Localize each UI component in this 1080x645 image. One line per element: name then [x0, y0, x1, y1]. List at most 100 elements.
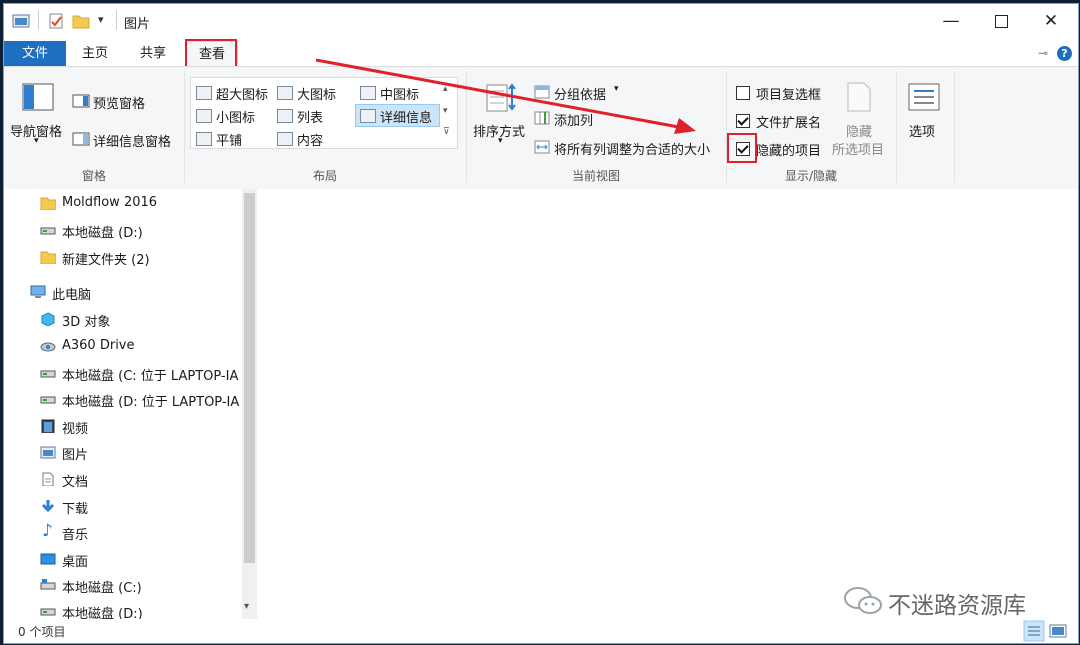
size-all-columns-icon — [534, 140, 550, 154]
current-view-group-label: 当前视图 — [571, 169, 620, 183]
details-view-icon[interactable] — [1023, 620, 1045, 642]
navigation-pane-icon — [22, 83, 54, 111]
layout-tiles[interactable]: 平铺 — [216, 130, 242, 149]
nav-item-drive-d[interactable]: 本地磁盘 (D:) — [4, 218, 240, 244]
properties-icon[interactable] — [48, 13, 64, 29]
nav-scrollbar-thumb[interactable] — [244, 193, 255, 563]
tiles-icon — [196, 132, 212, 146]
pin-ribbon-icon[interactable]: ⊸ — [1038, 46, 1048, 60]
watermark-text: 不迷路资源库 — [888, 593, 1026, 619]
nav-item-documents[interactable]: 文档 — [4, 467, 240, 493]
add-columns-button[interactable]: 添加列 — [554, 110, 593, 129]
hide-selected-button-line2: 所选项目 — [832, 143, 885, 158]
group-by-icon — [534, 85, 550, 99]
file-list-area[interactable] — [257, 189, 1078, 619]
extra-large-icons-icon — [196, 86, 212, 100]
hide-selected-icon — [847, 82, 871, 112]
customize-toolbar-icon[interactable]: ▾ — [98, 13, 104, 26]
nav-item-drive-c[interactable]: 本地磁盘 (C:) — [4, 573, 240, 599]
details-pane-icon — [72, 132, 90, 146]
maximize-button[interactable] — [976, 4, 1026, 38]
nav-item-label: 音乐 — [62, 528, 89, 543]
gallery-scroll-up-icon[interactable]: ▴ — [443, 84, 448, 94]
scroll-down-icon[interactable]: ▾ — [244, 601, 249, 612]
nav-item-label: 3D 对象 — [62, 315, 111, 330]
nav-item-label: 本地磁盘 (D: 位于 LAPTOP-IA — [62, 395, 240, 410]
nav-item-network-drive-d[interactable]: 本地磁盘 (D: 位于 LAPTOP-IA — [4, 387, 240, 413]
drive-icon — [40, 227, 56, 235]
nav-item-this-pc[interactable]: 此电脑 — [4, 280, 240, 306]
layout-list[interactable]: 列表 — [297, 107, 323, 126]
nav-item-videos[interactable]: 视频 — [4, 414, 240, 440]
new-folder-icon[interactable] — [72, 13, 90, 29]
layout-extra-large-icons[interactable]: 超大图标 — [216, 84, 268, 103]
layout-large-icons[interactable]: 大图标 — [297, 84, 336, 103]
preview-pane-icon — [72, 94, 90, 108]
window-icon — [12, 14, 30, 28]
gallery-expand-icon[interactable]: ⊽ — [443, 127, 450, 137]
drive-icon — [40, 370, 56, 378]
3d-objects-icon — [41, 312, 55, 326]
nav-item-label: 此电脑 — [52, 288, 92, 303]
file-extensions-checkbox[interactable] — [736, 114, 750, 128]
nav-item-pictures[interactable]: 图片 — [4, 440, 240, 466]
layout-medium-icons[interactable]: 中图标 — [380, 84, 419, 103]
nav-item-network-drive-c[interactable]: 本地磁盘 (C: 位于 LAPTOP-IA — [4, 361, 240, 387]
documents-icon — [42, 472, 54, 486]
nav-item-moldflow[interactable]: Moldflow 2016 — [4, 191, 240, 217]
medium-icons-icon — [360, 86, 376, 100]
title-bar: ▾ 图片 — ✕ — [4, 4, 1078, 38]
group-by-button[interactable]: 分组依据 — [554, 84, 606, 103]
ribbon-tabs: 文件 主页 共享 查看 ⊸ ? — [4, 38, 1078, 68]
hide-selected-button[interactable]: 隐藏 — [846, 121, 872, 140]
navigation-pane: Moldflow 2016 本地磁盘 (D:) 新建文件夹 (2) 此电脑 3D… — [4, 189, 242, 622]
music-icon: ♪ — [42, 521, 53, 541]
explorer-window: ▾ 图片 — ✕ 文件 主页 共享 查看 ⊸ ? 导航窗格 ▾ 预览窗格 详细信… — [3, 3, 1079, 644]
drive-icon — [40, 608, 56, 616]
nav-item-new-folder[interactable]: 新建文件夹 (2) — [4, 245, 240, 271]
drive-icon — [40, 579, 56, 590]
tab-share[interactable]: 共享 — [126, 41, 180, 66]
nav-item-a360[interactable]: A360 Drive — [4, 334, 240, 360]
close-icon: ✕ — [1043, 11, 1059, 31]
item-count: 0 个项目 — [18, 625, 66, 639]
view-tab-highlight — [185, 39, 237, 68]
window-title: 图片 — [124, 17, 151, 32]
toolbar-divider — [38, 10, 39, 30]
details-pane-button[interactable]: 详细信息窗格 — [93, 131, 171, 150]
nav-item-music[interactable]: ♪ 音乐 — [4, 520, 240, 546]
small-icons-icon — [196, 109, 212, 123]
nav-scrollbar[interactable]: ▾ — [242, 189, 257, 619]
options-button[interactable]: 选项 — [909, 121, 935, 140]
close-button[interactable]: ✕ — [1026, 4, 1076, 38]
preview-pane-button[interactable]: 预览窗格 — [93, 93, 145, 112]
group-divider — [954, 71, 955, 183]
minimize-button[interactable]: — — [926, 4, 976, 38]
tab-file[interactable]: 文件 — [4, 41, 66, 66]
layout-details[interactable]: 详细信息 — [380, 107, 432, 126]
nav-item-downloads[interactable]: 下载 — [4, 494, 240, 520]
folder-icon — [40, 197, 56, 210]
item-checkboxes-checkbox[interactable] — [736, 86, 750, 100]
gallery-scroll-down-icon[interactable]: ▾ — [443, 106, 448, 116]
nav-item-label: 桌面 — [62, 555, 89, 570]
nav-item-3d-objects[interactable]: 3D 对象 — [4, 307, 240, 333]
maximize-icon — [994, 14, 1008, 28]
layout-small-icons[interactable]: 小图标 — [216, 107, 255, 126]
size-all-columns-button[interactable]: 将所有列调整为合适的大小 — [554, 139, 710, 158]
tab-home[interactable]: 主页 — [68, 41, 122, 66]
nav-item-label: 新建文件夹 (2) — [62, 253, 150, 268]
nav-item-label: 下载 — [62, 502, 89, 517]
file-extensions-label: 文件扩展名 — [756, 116, 822, 131]
drive-icon — [40, 396, 56, 404]
pictures-icon — [40, 446, 56, 459]
minimize-icon: — — [942, 11, 960, 31]
chevron-down-icon: ▾ — [614, 84, 619, 94]
item-checkboxes-label: 项目复选框 — [756, 88, 822, 103]
help-icon[interactable]: ? — [1057, 46, 1072, 61]
nav-item-desktop[interactable]: 桌面 — [4, 547, 240, 573]
large-icons-view-icon[interactable] — [1049, 622, 1067, 640]
layout-content[interactable]: 内容 — [297, 130, 323, 149]
chevron-down-icon: ▾ — [498, 136, 503, 146]
status-bar: 0 个项目 — [4, 619, 1078, 643]
